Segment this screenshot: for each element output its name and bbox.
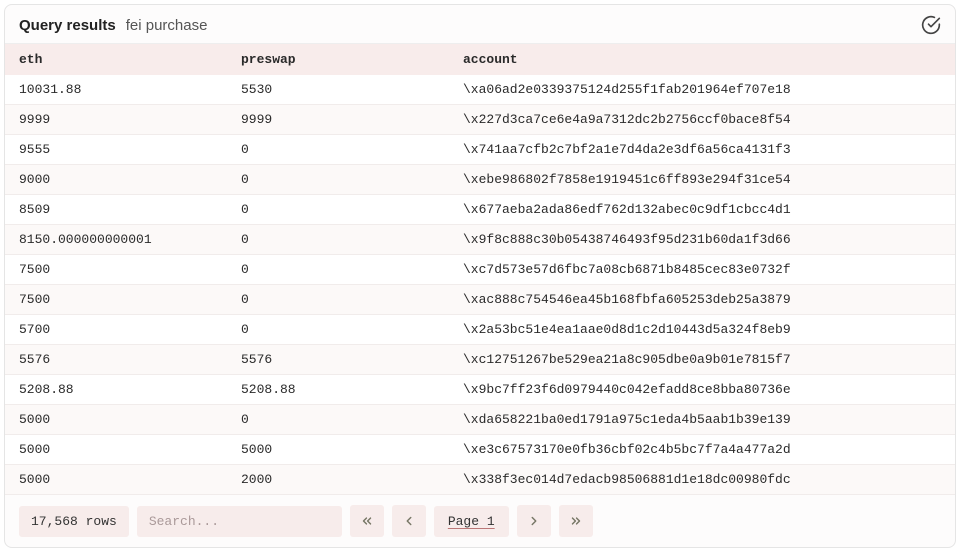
- cell-preswap: 0: [227, 195, 449, 225]
- cell-preswap: 9999: [227, 105, 449, 135]
- cell-eth: 9000: [5, 165, 227, 195]
- cell-account: \xebe986802f7858e1919451c6ff893e294f31ce…: [449, 165, 955, 195]
- prev-page-button[interactable]: [392, 505, 426, 537]
- results-table: eth preswap account 10031.885530\xa06ad2…: [5, 44, 955, 495]
- cell-eth: 5208.88: [5, 375, 227, 405]
- search-input[interactable]: [137, 506, 342, 537]
- col-header-eth[interactable]: eth: [5, 44, 227, 75]
- query-results-panel: Query results fei purchase eth preswap a…: [4, 4, 956, 548]
- table-row[interactable]: 50000\xda658221ba0ed1791a975c1eda4b5aab1…: [5, 405, 955, 435]
- chevrons-right-icon: [569, 514, 583, 528]
- table-row[interactable]: 75000\xc7d573e57d6fbc7a08cb6871b8485cec8…: [5, 255, 955, 285]
- first-page-button[interactable]: [350, 505, 384, 537]
- cell-preswap: 5000: [227, 435, 449, 465]
- cell-preswap: 5530: [227, 75, 449, 105]
- cell-account: \x227d3ca7ce6e4a9a7312dc2b2756ccf0bace8f…: [449, 105, 955, 135]
- cell-eth: 9555: [5, 135, 227, 165]
- cell-eth: 7500: [5, 285, 227, 315]
- cell-account: \x2a53bc51e4ea1aae0d8d1c2d10443d5a324f8e…: [449, 315, 955, 345]
- cell-eth: 5700: [5, 315, 227, 345]
- chevrons-left-icon: [360, 514, 374, 528]
- cell-account: \xa06ad2e0339375124d255f1fab201964ef707e…: [449, 75, 955, 105]
- cell-preswap: 5576: [227, 345, 449, 375]
- cell-eth: 10031.88: [5, 75, 227, 105]
- table-row[interactable]: 99999999\x227d3ca7ce6e4a9a7312dc2b2756cc…: [5, 105, 955, 135]
- rows-count-badge: 17,568 rows: [19, 506, 129, 537]
- table-row[interactable]: 85090\x677aeba2ada86edf762d132abec0c9df1…: [5, 195, 955, 225]
- table-row[interactable]: 95550\x741aa7cfb2c7bf2a1e7d4da2e3df6a56c…: [5, 135, 955, 165]
- cell-eth: 7500: [5, 255, 227, 285]
- cell-eth: 5000: [5, 435, 227, 465]
- header-subtitle: fei purchase: [126, 17, 208, 34]
- next-page-button[interactable]: [517, 505, 551, 537]
- cell-eth: 5576: [5, 345, 227, 375]
- cell-account: \x9f8c888c30b05438746493f95d231b60da1f3d…: [449, 225, 955, 255]
- table-row[interactable]: 75000\xac888c754546ea45b168fbfa605253deb…: [5, 285, 955, 315]
- table-header-row: eth preswap account: [5, 44, 955, 75]
- cell-account: \xe3c67573170e0fb36cbf02c4b5bc7f7a4a477a…: [449, 435, 955, 465]
- cell-preswap: 0: [227, 315, 449, 345]
- cell-preswap: 2000: [227, 465, 449, 495]
- cell-account: \x677aeba2ada86edf762d132abec0c9df1cbcc4…: [449, 195, 955, 225]
- cell-preswap: 0: [227, 285, 449, 315]
- table-row[interactable]: 5208.885208.88\x9bc7ff23f6d0979440c042ef…: [5, 375, 955, 405]
- last-page-button[interactable]: [559, 505, 593, 537]
- cell-eth: 5000: [5, 465, 227, 495]
- cell-account: \x741aa7cfb2c7bf2a1e7d4da2e3df6a56ca4131…: [449, 135, 955, 165]
- cell-eth: 8509: [5, 195, 227, 225]
- table-row[interactable]: 57000\x2a53bc51e4ea1aae0d8d1c2d10443d5a3…: [5, 315, 955, 345]
- cell-preswap: 0: [227, 135, 449, 165]
- table-row[interactable]: 90000\xebe986802f7858e1919451c6ff893e294…: [5, 165, 955, 195]
- cell-eth: 5000: [5, 405, 227, 435]
- col-header-preswap[interactable]: preswap: [227, 44, 449, 75]
- cell-eth: 8150.000000000001: [5, 225, 227, 255]
- cell-account: \xc12751267be529ea21a8c905dbe0a9b01e7815…: [449, 345, 955, 375]
- cell-account: \xac888c754546ea45b168fbfa605253deb25a38…: [449, 285, 955, 315]
- cell-account: \xc7d573e57d6fbc7a08cb6871b8485cec83e073…: [449, 255, 955, 285]
- cell-account: \x338f3ec014d7edacb98506881d1e18dc00980f…: [449, 465, 955, 495]
- cell-account: \x9bc7ff23f6d0979440c042efadd8ce8bba8073…: [449, 375, 955, 405]
- page-indicator[interactable]: Page 1: [434, 506, 509, 537]
- cell-preswap: 0: [227, 405, 449, 435]
- panel-header: Query results fei purchase: [5, 5, 955, 44]
- table-footer: 17,568 rows Page 1: [5, 495, 955, 547]
- header-title: Query results: [19, 17, 116, 34]
- table-row[interactable]: 50002000\x338f3ec014d7edacb98506881d1e18…: [5, 465, 955, 495]
- table-row[interactable]: 8150.0000000000010\x9f8c888c30b054387464…: [5, 225, 955, 255]
- table-row[interactable]: 10031.885530\xa06ad2e0339375124d255f1fab…: [5, 75, 955, 105]
- table-row[interactable]: 55765576\xc12751267be529ea21a8c905dbe0a9…: [5, 345, 955, 375]
- table-row[interactable]: 50005000\xe3c67573170e0fb36cbf02c4b5bc7f…: [5, 435, 955, 465]
- cell-account: \xda658221ba0ed1791a975c1eda4b5aab1b39e1…: [449, 405, 955, 435]
- chevron-right-icon: [527, 514, 541, 528]
- cell-preswap: 0: [227, 255, 449, 285]
- cell-preswap: 5208.88: [227, 375, 449, 405]
- cell-preswap: 0: [227, 165, 449, 195]
- cell-eth: 9999: [5, 105, 227, 135]
- check-circle-icon: [921, 15, 941, 35]
- chevron-left-icon: [402, 514, 416, 528]
- col-header-account[interactable]: account: [449, 44, 955, 75]
- cell-preswap: 0: [227, 225, 449, 255]
